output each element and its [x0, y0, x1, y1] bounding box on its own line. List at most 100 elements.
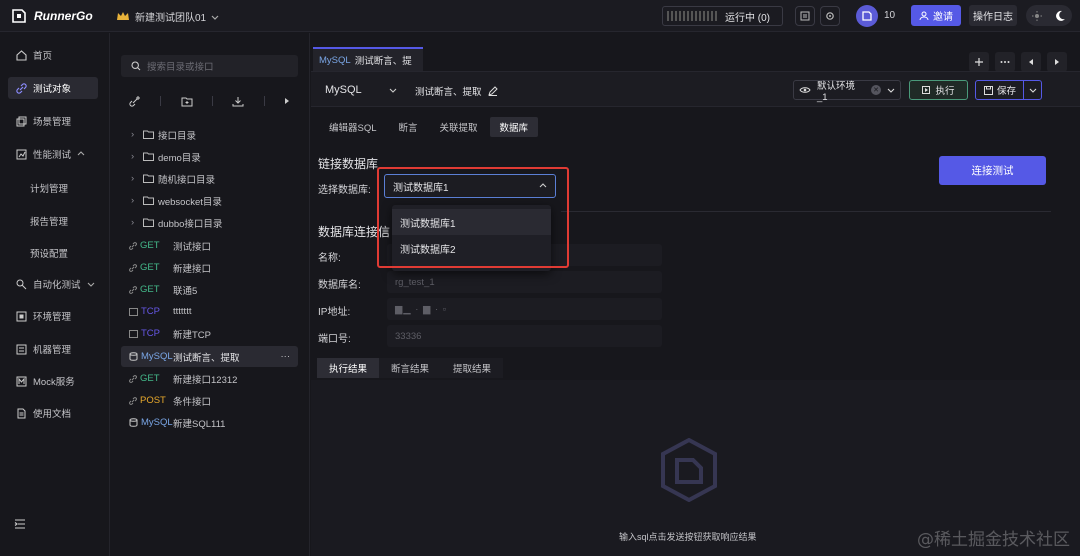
- api-method: GET: [121, 262, 173, 273]
- folder-name: dubbo接口目录: [158, 218, 223, 230]
- chevron-right-icon: ›: [131, 151, 135, 162]
- moon-icon: [1054, 10, 1066, 22]
- request-header: MySQL 测试断言、提取 默认环境_1 ✕ 执行 保存: [311, 71, 1080, 107]
- import-icon[interactable]: [232, 96, 244, 107]
- nav-machines[interactable]: 机器管理: [8, 338, 98, 360]
- nav-plan-management[interactable]: 计划管理: [30, 181, 68, 195]
- tree-folder[interactable]: › demo目录: [121, 146, 298, 167]
- field-label-port: 端口号:: [318, 334, 351, 345]
- empty-state-logo-icon: [659, 438, 719, 502]
- save-dropdown-toggle[interactable]: [1024, 86, 1041, 94]
- tree-search-input[interactable]: 搜索目录或接口: [121, 55, 298, 77]
- play-icon: [922, 86, 931, 94]
- clear-icon[interactable]: ✕: [871, 85, 881, 95]
- nav-environment[interactable]: 环境管理: [8, 305, 98, 327]
- tab-prev-button[interactable]: [1021, 52, 1041, 72]
- execute-button[interactable]: 执行: [909, 80, 968, 100]
- api-name: 新建接口: [173, 263, 212, 275]
- folder-icon: [143, 174, 154, 183]
- api-method: GET: [121, 240, 173, 251]
- expand-arrow-icon[interactable]: [284, 97, 290, 105]
- link-icon: [129, 285, 137, 294]
- tab-next-button[interactable]: [1047, 52, 1067, 72]
- nav-performance-label: 性能测试: [33, 150, 72, 161]
- tree-toolbar: [121, 95, 298, 107]
- add-folder-icon[interactable]: [181, 96, 193, 107]
- tree-api-item[interactable]: GET 测试接口: [121, 235, 298, 256]
- subtab-extract[interactable]: 关联提取: [430, 117, 488, 137]
- app-logo[interactable]: RunnerGo: [10, 7, 93, 25]
- connect-test-button[interactable]: 连接测试: [939, 156, 1046, 185]
- nav-documentation-label: 使用文档: [33, 409, 72, 420]
- eye-icon: [799, 86, 811, 94]
- api-name: 测试断言、提取: [173, 352, 240, 364]
- toolbar-divider: [160, 96, 162, 106]
- tcp-icon: [129, 307, 138, 316]
- tree-api-item[interactable]: MySQL 新建SQL111: [121, 412, 298, 433]
- chevron-up-icon: [77, 150, 85, 158]
- database-icon: [129, 352, 138, 361]
- new-tab-button[interactable]: [969, 52, 989, 72]
- nav-preset-config[interactable]: 预设配置: [30, 246, 68, 260]
- save-button[interactable]: 保存: [975, 80, 1042, 100]
- crown-icon: [116, 11, 130, 22]
- nav-scenes[interactable]: 场景管理: [8, 110, 98, 132]
- empty-result-hint: 输入sql点击发送按钮获取响应结果: [619, 532, 757, 542]
- tree-folder[interactable]: › websocket目录: [121, 190, 298, 211]
- tree-api-item[interactable]: POST 条件接口: [121, 390, 298, 411]
- nav-home[interactable]: 首页: [8, 44, 98, 66]
- nav-report-management[interactable]: 报告管理: [30, 214, 68, 228]
- tree-api-item-selected[interactable]: MySQL 测试断言、提取 ···: [121, 346, 298, 367]
- subtab-editor-sql[interactable]: 编辑器SQL: [319, 117, 387, 137]
- toolbar-divider: [211, 96, 213, 106]
- edit-pencil-icon[interactable]: [487, 86, 498, 96]
- tree-folder[interactable]: › 随机接口目录: [121, 168, 298, 189]
- invite-button[interactable]: 邀请: [911, 5, 961, 26]
- ellipsis-icon: [1000, 60, 1010, 64]
- more-options-button[interactable]: ···: [281, 351, 291, 362]
- user-add-icon: [919, 11, 929, 21]
- collapse-nav-button[interactable]: [14, 519, 26, 529]
- nav-performance[interactable]: 性能测试: [8, 143, 98, 165]
- nav-home-label: 首页: [33, 51, 53, 62]
- tree-api-item[interactable]: GET 新建接口12312: [121, 368, 298, 389]
- tree-folder[interactable]: › dubbo接口目录: [121, 212, 298, 233]
- port-field: 33336: [387, 325, 662, 347]
- tree-api-item[interactable]: TCP 新建TCP: [121, 323, 298, 344]
- nav-test-objects[interactable]: 测试对象: [8, 77, 98, 99]
- tree-api-item[interactable]: GET 联通5: [121, 279, 298, 300]
- user-avatar[interactable]: [856, 5, 878, 27]
- sun-icon: [1032, 10, 1042, 21]
- left-navigation: 首页 测试对象 场景管理 性能测试 计划管理 报告管理 预设配置 自动化测试 环…: [0, 33, 110, 556]
- calendar-button[interactable]: [795, 6, 815, 26]
- subtab-database[interactable]: 数据库: [489, 117, 539, 137]
- chevron-down-icon: [87, 280, 95, 288]
- request-name-text: 测试断言、提取: [415, 87, 482, 98]
- environment-select[interactable]: 默认环境_1 ✕: [793, 80, 901, 103]
- theme-toggle[interactable]: [1026, 5, 1072, 26]
- nav-mock-service[interactable]: Mock服务: [8, 370, 98, 392]
- tab-more-button[interactable]: [995, 52, 1015, 72]
- tree-api-item[interactable]: TCP ttttttt: [121, 301, 298, 322]
- team-switcher[interactable]: 新建测试团队01: [116, 9, 219, 24]
- tree-folder[interactable]: › 接口目录: [121, 124, 298, 145]
- save-main[interactable]: 保存: [976, 81, 1024, 99]
- request-name: 测试断言、提取: [415, 84, 498, 98]
- result-tab-extract[interactable]: 提取结果: [441, 358, 504, 378]
- tab-mysql-request[interactable]: MySQL 测试断言、提: [313, 47, 423, 71]
- settings-button[interactable]: [820, 6, 840, 26]
- add-api-icon[interactable]: [129, 95, 141, 107]
- method-label: GET: [140, 284, 160, 295]
- link-icon: [129, 396, 137, 405]
- nav-automation[interactable]: 自动化测试: [8, 273, 98, 295]
- nav-documentation[interactable]: 使用文档: [8, 402, 98, 424]
- running-status[interactable]: 运行中 (0): [662, 6, 783, 26]
- subtab-assertion[interactable]: 断言: [389, 117, 428, 137]
- tree-api-item[interactable]: GET 新建接口: [121, 257, 298, 278]
- dbname-field: rg_test_1: [387, 271, 662, 293]
- result-tab-assertion[interactable]: 断言结果: [379, 358, 442, 378]
- result-tab-execution[interactable]: 执行结果: [317, 358, 380, 378]
- db-type-select[interactable]: MySQL: [319, 79, 403, 101]
- main-panel: MySQL 测试断言、提 MySQL 测试断言、提取 默认环境_1 ✕ 执行 保…: [311, 33, 1080, 556]
- operation-log-button[interactable]: 操作日志: [969, 5, 1017, 26]
